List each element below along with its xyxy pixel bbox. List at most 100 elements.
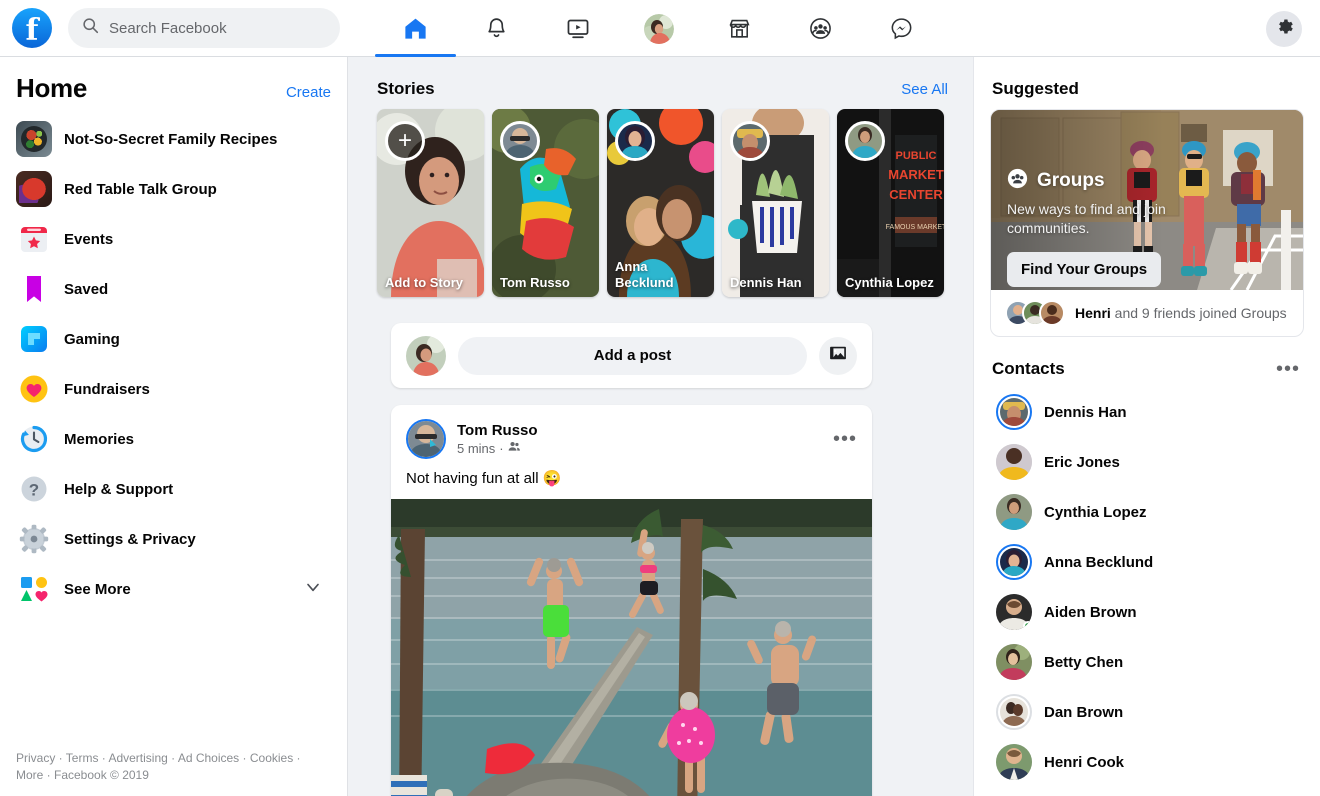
contact-row-anna-becklund[interactable]: Anna Becklund xyxy=(990,537,1304,587)
shapes-see-more-icon xyxy=(16,571,52,607)
create-link[interactable]: Create xyxy=(286,84,331,101)
avatar xyxy=(996,644,1032,680)
stories-header: Stories See All xyxy=(349,57,972,109)
add-post-input[interactable]: Add a post xyxy=(458,336,807,375)
sidebar-item-gaming[interactable]: Gaming xyxy=(16,314,331,364)
contact-row-betty-chen[interactable]: Betty Chen xyxy=(990,637,1304,687)
sidebar-item-label: Memories xyxy=(64,430,135,448)
tab-marketplace[interactable] xyxy=(699,0,780,57)
groups-circle-icon xyxy=(1007,168,1028,194)
story-label: Dennis Han xyxy=(730,275,802,290)
sidebar-item-fundraisers[interactable]: Fundraisers xyxy=(16,364,331,414)
group-photo-recipes-icon xyxy=(16,121,52,157)
settings-button[interactable] xyxy=(1266,11,1302,47)
contact-name: Cynthia Lopez xyxy=(1044,503,1147,521)
footer-line-1[interactable]: Privacy · Terms · Advertising · Ad Choic… xyxy=(16,750,326,767)
contact-name: Dennis Han xyxy=(1044,403,1127,421)
facebook-logo-glyph: f xyxy=(25,13,39,48)
plus-icon[interactable]: + xyxy=(385,121,425,161)
svg-text:PUBLIC: PUBLIC xyxy=(896,150,937,162)
tab-messenger[interactable] xyxy=(861,0,942,57)
groups-subtitle: New ways to find and join communities. xyxy=(1007,201,1166,236)
contact-row-aiden-brown[interactable]: Aiden Brown xyxy=(990,587,1304,637)
contact-row-dan-brown[interactable]: Dan Brown xyxy=(990,687,1304,737)
story-label: Anna Becklund xyxy=(615,259,674,290)
contact-row-eric-jones[interactable]: Eric Jones xyxy=(990,437,1304,487)
groups-footer[interactable]: Henri and 9 friends joined Groups xyxy=(991,290,1303,336)
story-author-avatar xyxy=(730,121,770,161)
sidebar-item-memories[interactable]: Memories xyxy=(16,414,331,464)
svg-text:?: ? xyxy=(29,481,39,500)
tab-notifications[interactable] xyxy=(456,0,537,57)
groups-footer-name: Henri xyxy=(1075,305,1111,321)
sidebar-item-see-more[interactable]: See More xyxy=(16,564,331,614)
right-sidebar: Suggested Groups New ways to find and jo… xyxy=(973,57,1320,796)
story-card-tom-russo[interactable]: Tom Russo xyxy=(492,109,599,297)
friends-audience-icon xyxy=(508,440,521,457)
contacts-more-options-button[interactable]: ••• xyxy=(1276,359,1300,379)
contact-row-dennis-han[interactable]: Dennis Han xyxy=(990,387,1304,437)
group-photo-redtable-icon xyxy=(16,171,52,207)
sidebar-item-settings-privacy[interactable]: Settings & Privacy xyxy=(16,514,331,564)
contact-row-henri-cook[interactable]: Henri Cook xyxy=(990,737,1304,787)
avatar xyxy=(996,694,1032,730)
find-your-groups-button[interactable]: Find Your Groups xyxy=(1007,252,1162,287)
events-calendar-icon xyxy=(16,221,52,257)
groups-footer-text: Henri and 9 friends joined Groups xyxy=(1075,305,1287,321)
story-card-anna-becklund[interactable]: Anna Becklund xyxy=(607,109,714,297)
facebook-logo[interactable]: f xyxy=(12,8,52,48)
tab-watch[interactable] xyxy=(537,0,618,57)
sidebar-footer-links: Privacy · Terms · Advertising · Ad Choic… xyxy=(16,750,326,784)
gear-icon xyxy=(1275,17,1294,41)
avatar xyxy=(996,394,1032,430)
svg-text:MARKET: MARKET xyxy=(888,167,944,182)
sidebar-item-saved[interactable]: Saved xyxy=(16,264,331,314)
sidebar-item-events[interactable]: Events xyxy=(16,214,331,264)
story-card-add-to-story[interactable]: + Add to Story xyxy=(377,109,484,297)
tab-home[interactable] xyxy=(375,0,456,57)
contacts-title: Contacts xyxy=(992,359,1065,378)
clock-memories-icon xyxy=(16,421,52,457)
friend-avatar-stack xyxy=(1005,300,1065,326)
sidebar-item-red-table-talk[interactable]: Red Table Talk Group xyxy=(16,164,331,214)
svg-text:CENTER: CENTER xyxy=(889,187,943,202)
nav-tabs xyxy=(375,0,942,57)
post-image[interactable] xyxy=(391,499,872,796)
stories-row: + Add to Story Tom Russo Anna Becklund D… xyxy=(349,109,972,297)
post-text: Not having fun at all 😜 xyxy=(406,470,562,487)
groups-brand: Groups xyxy=(1007,168,1187,194)
add-photo-button[interactable] xyxy=(819,336,857,375)
contact-name: Dan Brown xyxy=(1044,703,1124,721)
gaming-controller-icon xyxy=(16,321,52,357)
chevron-down-icon xyxy=(303,577,323,602)
sidebar-item-recipes[interactable]: Not-So-Secret Family Recipes xyxy=(16,114,331,164)
post-meta: Tom Russo 5 mins · xyxy=(457,422,538,457)
post-author-avatar[interactable] xyxy=(406,419,446,459)
post-more-options-button[interactable]: ••• xyxy=(833,429,857,449)
footer-line-2[interactable]: More · Facebook © 2019 xyxy=(16,767,326,784)
post-header: Tom Russo 5 mins · ••• xyxy=(391,405,872,459)
story-author-avatar xyxy=(615,121,655,161)
contact-name: Betty Chen xyxy=(1044,653,1124,671)
story-card-dennis-han[interactable]: Dennis Han xyxy=(722,109,829,297)
groups-hero-image[interactable]: Groups New ways to find and join communi… xyxy=(991,110,1303,290)
tab-groups[interactable] xyxy=(780,0,861,57)
gear-settings-icon xyxy=(16,521,52,557)
story-card-cynthia-lopez[interactable]: PUBLIC MARKET CENTER FAMOUS MARKET Cynth… xyxy=(837,109,944,297)
tab-profile[interactable] xyxy=(618,0,699,57)
sidebar-item-help-support[interactable]: ? Help & Support xyxy=(16,464,331,514)
heart-fundraiser-icon xyxy=(16,371,52,407)
feed-post: Tom Russo 5 mins · ••• Not having fun at… xyxy=(391,405,872,796)
stories-see-all-link[interactable]: See All xyxy=(901,81,948,98)
sidebar-header: Home Create xyxy=(16,57,331,114)
page-title: Home xyxy=(16,73,88,103)
contact-name: Henri Cook xyxy=(1044,753,1125,771)
contact-row-cynthia-lopez[interactable]: Cynthia Lopez xyxy=(990,487,1304,537)
search-input[interactable]: Search Facebook xyxy=(68,8,340,48)
news-feed: Stories See All + Add to Story Tom Russo… xyxy=(349,57,972,796)
sidebar-item-label: Help & Support xyxy=(64,480,174,498)
search-icon xyxy=(82,17,99,39)
post-author-name[interactable]: Tom Russo xyxy=(457,422,538,440)
contact-name: Aiden Brown xyxy=(1044,603,1137,621)
contact-name: Eric Jones xyxy=(1044,453,1120,471)
